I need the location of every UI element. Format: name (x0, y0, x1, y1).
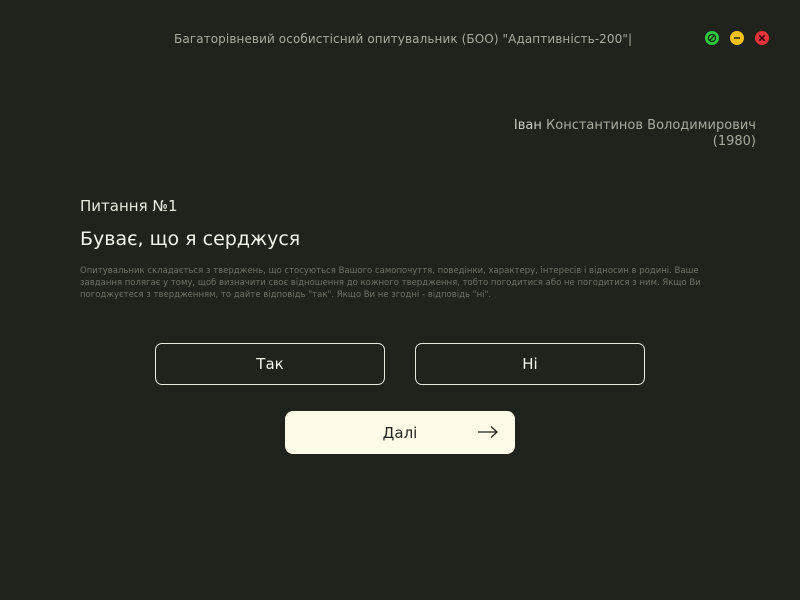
title-bar: Багаторівневий особистісний опитувальник… (0, 30, 800, 50)
minimize-icon (734, 37, 740, 39)
answer-yes-label: Так (256, 355, 284, 373)
next-button[interactable]: Далі (285, 411, 515, 454)
answer-yes-button[interactable]: Так (155, 343, 385, 385)
answer-no-button[interactable]: Ні (415, 343, 645, 385)
user-first-name: Іван (513, 118, 542, 133)
user-birth-year: (1980) (712, 134, 756, 149)
maximize-button[interactable] (705, 31, 719, 45)
close-icon (758, 34, 766, 42)
user-info: Іван Константинов Володимирович (1980) (514, 118, 756, 150)
maximize-icon (707, 33, 717, 43)
close-button[interactable] (755, 31, 769, 45)
user-name: Іван Константинов Володимирович (514, 118, 756, 134)
window-title: Багаторівневий особистісний опитувальник… (174, 32, 633, 46)
arrow-right-icon (478, 426, 498, 438)
answer-no-label: Ні (522, 355, 538, 373)
question-number: Питання №1 (80, 197, 178, 215)
next-button-label: Далі (382, 423, 418, 442)
instructions-text: Опитувальник складається з тверджень, що… (80, 266, 701, 300)
minimize-button[interactable] (730, 31, 744, 45)
user-rest-name: Константинов Володимирович (546, 118, 756, 133)
question-text: Буває, що я серджуся (80, 228, 301, 250)
